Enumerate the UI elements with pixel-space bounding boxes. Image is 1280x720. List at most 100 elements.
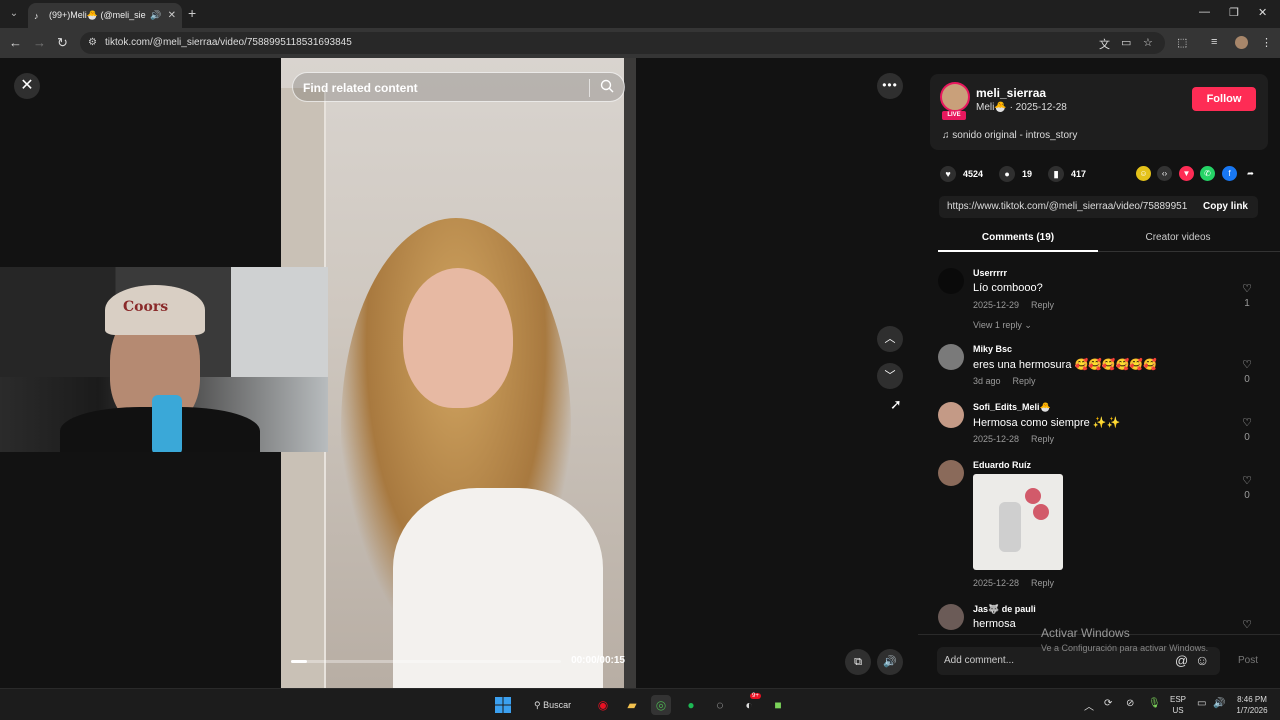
bookmark-icon[interactable]: ▮: [1048, 166, 1065, 182]
share-link-url[interactable]: https://www.tiktok.com/@meli_sierraa/vid…: [947, 201, 1187, 212]
comment-like-icon[interactable]: ♡: [1240, 358, 1254, 371]
comment-avatar[interactable]: [938, 344, 964, 370]
sync-icon[interactable]: ⟳: [1104, 698, 1112, 709]
close-video-icon[interactable]: ✕: [14, 73, 40, 99]
view-replies-link[interactable]: View 1 reply ⌄: [973, 320, 1032, 331]
comment-like-icon[interactable]: ♡: [1240, 416, 1254, 429]
forward-share-icon[interactable]: ➦: [1243, 166, 1258, 181]
language-top[interactable]: ESP: [1168, 695, 1188, 704]
comment-like-icon[interactable]: ♡: [1240, 474, 1254, 487]
file-explorer-icon[interactable]: ▰: [622, 695, 642, 715]
taskbar-search[interactable]: ⚲ Buscar: [526, 694, 580, 716]
comment-date: 2025-12-29: [973, 300, 1020, 310]
comment-bubble-icon[interactable]: ●: [999, 166, 1016, 182]
reload-icon[interactable]: ↻: [57, 35, 68, 51]
mini-player-icon[interactable]: ⧉: [845, 649, 871, 675]
follow-button[interactable]: Follow: [1192, 87, 1256, 111]
reply-button[interactable]: Reply: [1031, 300, 1054, 310]
spotify-icon[interactable]: ●: [681, 695, 701, 715]
search-icon: ⚲: [534, 700, 544, 710]
copy-link-button[interactable]: Copy link: [1203, 201, 1248, 212]
media-control-icon[interactable]: ≡: [1211, 36, 1217, 48]
minecraft-icon[interactable]: ■: [768, 695, 788, 715]
sticker-roses: [1025, 488, 1041, 504]
comment-avatar[interactable]: [938, 268, 964, 294]
video-edge: [624, 58, 636, 688]
like-heart-icon[interactable]: ♥: [940, 166, 956, 182]
author-avatar[interactable]: [940, 82, 970, 112]
address-url[interactable]: tiktok.com/@meli_sierraa/video/758899511…: [105, 37, 352, 48]
repost-share-icon[interactable]: ☺: [1136, 166, 1151, 181]
music-link[interactable]: ♫ sonido original - intros_story: [942, 130, 1077, 141]
extensions-icon[interactable]: ⬚: [1177, 36, 1187, 49]
video-progress-bar[interactable]: [291, 660, 561, 663]
reply-button[interactable]: Reply: [1031, 434, 1054, 444]
volume-tray-icon[interactable]: 🔊: [1213, 698, 1225, 709]
display-icon[interactable]: ▭: [1197, 698, 1206, 709]
browser-tab[interactable]: ♪ (99+)Meli🐣 (@meli_sierra 🔊 ✕: [28, 3, 182, 28]
related-search-placeholder: Find related content: [303, 81, 418, 95]
address-bar[interactable]: ⚙ tiktok.com/@meli_sierraa/video/7588995…: [80, 32, 1165, 54]
obs-icon[interactable]: ◌: [710, 695, 730, 715]
comment-avatar[interactable]: [938, 460, 964, 486]
cast-icon[interactable]: ▭: [1121, 36, 1131, 49]
tray-overflow-icon[interactable]: ︿: [1084, 698, 1094, 713]
site-info-icon[interactable]: ⚙: [88, 37, 97, 48]
tab-comments[interactable]: Comments (19): [938, 232, 1098, 252]
author-username[interactable]: meli_sierraa: [976, 86, 1046, 100]
comment-avatar[interactable]: [938, 402, 964, 428]
tab-list-icon[interactable]: ⌄: [6, 6, 22, 22]
comment-text: eres una hermosura 🥰🥰🥰🥰🥰🥰: [973, 359, 1157, 371]
comment-author[interactable]: Miky Bsc: [973, 344, 1012, 354]
windows-start-icon[interactable]: [493, 695, 513, 715]
bookmark-star-icon[interactable]: ☆: [1143, 36, 1153, 49]
mention-icon[interactable]: @: [1175, 653, 1188, 668]
window-close-icon[interactable]: ✕: [1258, 6, 1267, 19]
emoji-icon[interactable]: ☺: [1195, 652, 1209, 668]
profile-avatar[interactable]: [1235, 36, 1248, 49]
more-options-icon[interactable]: •••: [877, 73, 903, 99]
comment-like-icon[interactable]: ♡: [1240, 618, 1254, 631]
music-title[interactable]: sonido original - intros_story: [952, 130, 1077, 141]
comment-author[interactable]: Userrrrr: [973, 268, 1007, 278]
volume-icon[interactable]: 🔊: [877, 649, 903, 675]
comment-like-icon[interactable]: ♡: [1240, 282, 1254, 295]
back-icon[interactable]: ←: [9, 35, 22, 50]
language-bottom[interactable]: US: [1168, 706, 1188, 715]
minimize-icon[interactable]: —: [1199, 6, 1210, 18]
chrome-icon[interactable]: ◎: [651, 695, 671, 715]
close-tab-icon[interactable]: ✕: [168, 10, 176, 21]
comment-sticker-image[interactable]: [973, 474, 1063, 570]
search-icon[interactable]: [600, 79, 614, 93]
network-off-icon[interactable]: ⊘: [1126, 698, 1134, 709]
restore-icon[interactable]: ❐: [1229, 6, 1239, 19]
clock-date[interactable]: 1/7/2026: [1230, 706, 1274, 715]
post-button[interactable]: Post: [1238, 655, 1258, 666]
video-stage: ✕ Find related content 00:00/00:15 Coors…: [0, 58, 918, 688]
tab-creator-videos[interactable]: Creator videos: [1098, 232, 1258, 243]
next-video-icon[interactable]: ﹀: [877, 363, 903, 389]
related-search-input[interactable]: Find related content: [292, 72, 625, 102]
microphone-icon[interactable]: 🎙: [1148, 698, 1161, 709]
translate-icon[interactable]: 文: [1099, 36, 1110, 52]
reply-button[interactable]: Reply: [1031, 578, 1054, 588]
reply-button[interactable]: Reply: [1013, 376, 1036, 386]
opera-icon[interactable]: ◉: [593, 695, 613, 715]
send-share-icon[interactable]: ▼: [1179, 166, 1194, 181]
whatsapp-share-icon[interactable]: ✆: [1200, 166, 1215, 181]
video-player[interactable]: Find related content 00:00/00:15: [281, 58, 636, 688]
video-person-face: [403, 268, 513, 408]
forward-icon[interactable]: →: [33, 35, 46, 50]
browser-menu-icon[interactable]: ⋮: [1261, 36, 1272, 49]
author-card: LIVE meli_sierraa Meli🐣 · 2025-12-28 Fol…: [930, 74, 1268, 150]
facebook-share-icon[interactable]: f: [1222, 166, 1237, 181]
previous-video-icon[interactable]: ︿: [877, 326, 903, 352]
clock-time[interactable]: 8:46 PM: [1230, 695, 1274, 704]
embed-share-icon[interactable]: ‹›: [1157, 166, 1172, 181]
comment-avatar[interactable]: [938, 604, 964, 630]
comment-author[interactable]: Eduardo Ruíz: [973, 460, 1031, 470]
comment-author[interactable]: Sofi_Edits_Meli🐣: [973, 402, 1051, 413]
speaker-icon[interactable]: 🔊: [150, 10, 161, 21]
comment-author[interactable]: Jas🐺 de pauli: [973, 604, 1036, 615]
new-tab-icon[interactable]: +: [188, 5, 196, 21]
